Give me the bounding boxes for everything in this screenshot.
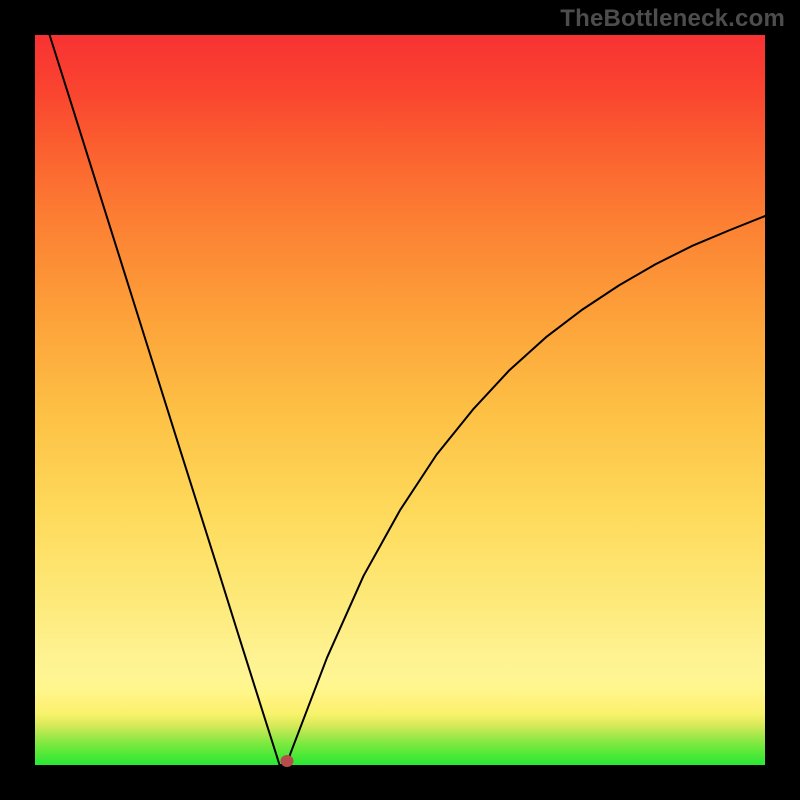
watermark-label: TheBottleneck.com bbox=[560, 5, 785, 33]
curve-svg bbox=[35, 35, 765, 765]
plot-area bbox=[35, 35, 765, 765]
optimum-marker bbox=[280, 755, 293, 767]
bottleneck-curve-path bbox=[50, 35, 765, 765]
chart-frame: TheBottleneck.com bbox=[0, 0, 800, 800]
